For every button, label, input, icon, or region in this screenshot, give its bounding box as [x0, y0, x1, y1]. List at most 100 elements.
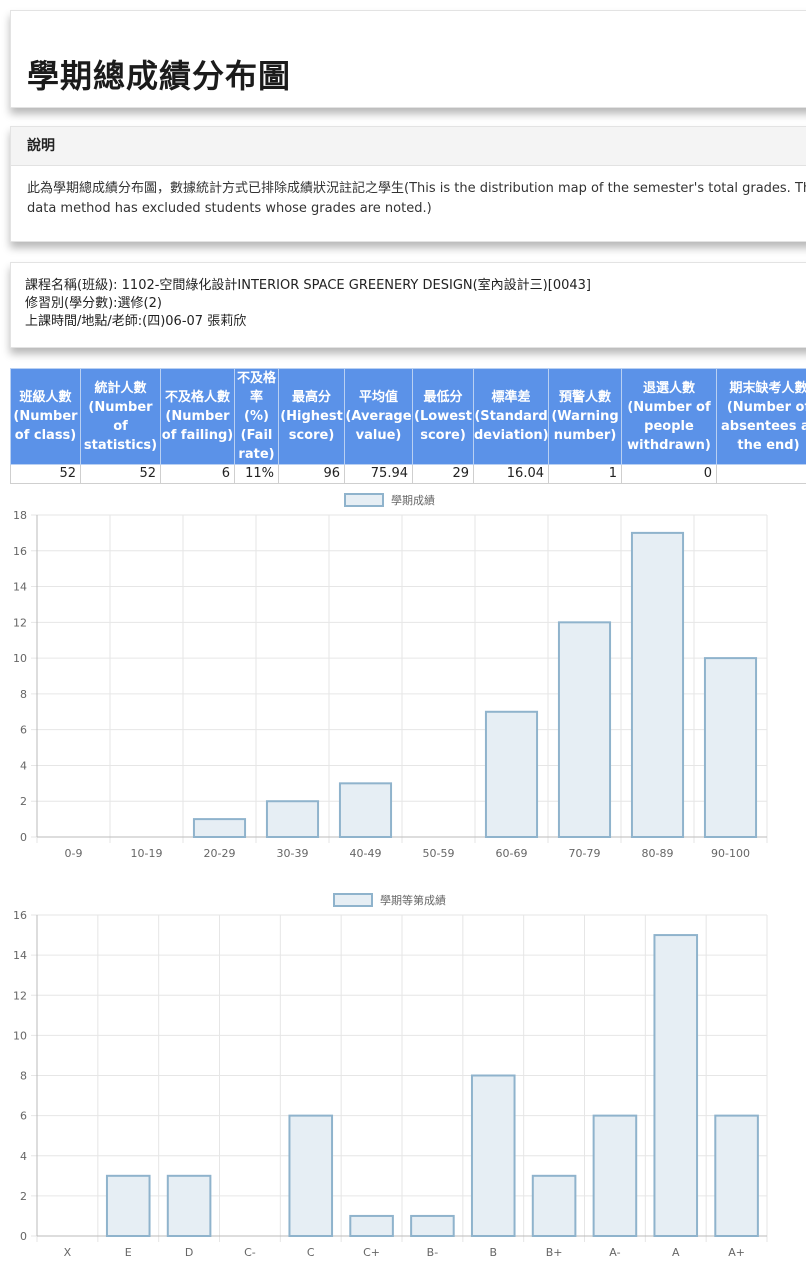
grade-chart-bar — [470, 1074, 516, 1237]
score-chart-bar — [338, 782, 393, 839]
value-highest: 96 — [278, 464, 345, 484]
grade-chart-bar — [531, 1174, 577, 1237]
value-stat-count: 52 — [80, 464, 161, 484]
header-average: 平均值 (Average value) — [344, 368, 413, 465]
score-chart-x-tick-label: 60-69 — [496, 847, 528, 860]
grade-chart-bar — [592, 1114, 638, 1237]
score-chart-y-tick-label: 0 — [20, 831, 27, 844]
grade-chart-bar — [714, 1114, 759, 1237]
value-std-dev: 16.04 — [473, 464, 549, 484]
score-distribution-chart: 學期成績 0 2 4 6 8 10 12 14 16 18 0-9 10-19 20-29 30-39 40-… — [0, 485, 806, 869]
grade-chart-y-tick-label: 16 — [13, 909, 27, 922]
value-average: 75.94 — [344, 464, 413, 484]
header-stat-count: 統計人數 (Number of statistics) — [80, 368, 161, 465]
page-title: 學期總成績分布圖 — [27, 57, 292, 95]
score-chart-x-tick-label: 10-19 — [131, 847, 163, 860]
course-type: 修習別(學分數):選修(2) — [25, 296, 162, 311]
title-card: 學期總成績分布圖 — [10, 10, 806, 108]
grade-chart-y-tick-label: 6 — [20, 1110, 27, 1123]
grade-chart-y-tick-label: 14 — [13, 949, 27, 962]
grade-chart-x-tick-label: X — [64, 1246, 72, 1259]
grade-chart-y-tick-label: 4 — [20, 1150, 27, 1163]
score-chart-legend: 學期成績 — [344, 493, 435, 507]
header-fail-count: 不及格人數 (Number of failing) — [160, 368, 235, 465]
grade-chart-y-tick-label: 0 — [20, 1230, 27, 1243]
score-chart-bar — [703, 657, 758, 838]
score-chart-bar — [484, 710, 539, 838]
grade-chart-x-tick-label: B — [489, 1246, 497, 1259]
course-name: 課程名稱(班級): 1102-空間綠化設計INTERIOR SPACE GREE… — [25, 278, 591, 293]
score-chart-y-tick-label: 16 — [13, 545, 27, 558]
value-lowest: 29 — [412, 464, 474, 484]
description-text: 此為學期總成績分布圖，數據統計方式已排除成績狀況註記之學生(This is th… — [27, 181, 806, 216]
grade-chart-x-tick-label: B+ — [546, 1246, 563, 1259]
score-chart-y-tick-label: 2 — [20, 795, 27, 808]
grade-chart-x-tick-label: B- — [427, 1246, 439, 1259]
grade-chart-bar — [166, 1174, 212, 1237]
grade-chart-x-tick-label: C+ — [363, 1246, 380, 1259]
value-absentees — [716, 464, 806, 484]
score-chart-y-tick-label: 18 — [13, 509, 27, 522]
grade-chart-legend-label: 學期等第成績 — [380, 893, 446, 907]
grade-chart-x-tick-label: A — [672, 1246, 680, 1259]
grade-chart-legend: 學期等第成績 — [333, 893, 446, 907]
grade-chart-x-tick-label: E — [125, 1246, 132, 1259]
grade-chart-x-tick-label: A- — [609, 1246, 620, 1259]
header-class-count: 班級人數 (Number of class) — [10, 368, 81, 465]
score-chart-bar — [630, 531, 685, 839]
score-chart-legend-label: 學期成績 — [391, 493, 435, 507]
grade-chart-bar — [288, 1114, 334, 1237]
score-chart-y-tick-label: 6 — [20, 724, 27, 737]
score-chart-x-tick-label: 0-9 — [65, 847, 83, 860]
course-info-card: 課程名稱(班級): 1102-空間綠化設計INTERIOR SPACE GREE… — [10, 262, 806, 348]
grade-chart-x-tick-label: C- — [244, 1246, 256, 1259]
header-lowest: 最低分 (Lowest score) — [412, 368, 474, 465]
score-chart-y-tick-label: 12 — [13, 616, 27, 629]
grade-chart-y-tick-label: 10 — [13, 1029, 27, 1042]
header-std-dev: 標準差 (Standard deviation) — [473, 368, 549, 465]
score-chart-x-tick-label: 70-79 — [569, 847, 601, 860]
header-withdrawn: 退選人數 (Number of people withdrawn) — [621, 368, 717, 465]
score-chart-x-tick-label: 20-29 — [204, 847, 236, 860]
score-chart-bar — [265, 800, 320, 839]
grade-chart-y-tick-label: 8 — [20, 1070, 27, 1083]
score-chart-y-tick-label: 8 — [20, 688, 27, 701]
value-fail-count: 6 — [160, 464, 235, 484]
score-chart-x-tick-label: 80-89 — [642, 847, 674, 860]
header-absentees: 期末缺考人數(Number of absentees at the end) — [716, 368, 806, 465]
grade-chart-svg: 學期等第成績 0 2 4 6 8 10 12 14 16 X E D C- C C+ B- B B+ A- A A+ — [13, 893, 768, 1259]
grade-chart-x-tick-label: A+ — [728, 1246, 745, 1259]
header-warning: 預警人數 (Warning number) — [548, 368, 622, 465]
grade-chart-bar — [410, 1214, 455, 1237]
description-heading: 說明 — [11, 127, 806, 166]
description-card: 說明 此為學期總成績分布圖，數據統計方式已排除成績狀況註記之學生(This is… — [10, 126, 806, 242]
grade-chart-legend-swatch — [333, 893, 373, 907]
score-chart-x-tick-label: 50-59 — [423, 847, 455, 860]
score-chart-x-tick-label: 90-100 — [711, 847, 750, 860]
score-chart-bar — [192, 818, 247, 839]
header-highest: 最高分 (Highest score) — [278, 368, 345, 465]
value-fail-rate: 11% — [234, 464, 279, 484]
score-chart-bar — [557, 621, 612, 838]
score-chart-x-tick-label: 30-39 — [277, 847, 309, 860]
value-warning: 1 — [548, 464, 622, 484]
stats-table: 班級人數 (Number of class) 統計人數 (Number of sta… — [10, 368, 806, 484]
score-chart-y-tick-label: 14 — [13, 581, 27, 594]
score-chart-legend-swatch — [344, 493, 384, 507]
stats-value-row: 52 52 6 11% 96 75.94 29 16.04 1 0 — [10, 464, 806, 484]
grade-chart-bar — [105, 1174, 151, 1237]
score-chart-x-tick-label: 40-49 — [350, 847, 382, 860]
score-chart-svg: 學期成績 0 2 4 6 8 10 12 14 16 18 0-9 10-19 20-29 30-39 40-… — [13, 493, 768, 860]
grade-distribution-chart: 學期等第成績 0 2 4 6 8 10 12 14 16 X E D C- C C+ B- B B+ A- A A+ — [0, 885, 806, 1269]
course-schedule: 上課時間/地點/老師:(四)06-07 張莉欣 — [25, 314, 247, 329]
grade-chart-bar — [653, 934, 699, 1237]
value-withdrawn: 0 — [621, 464, 717, 484]
header-fail-rate: 不及格率 (%)(Fail rate) — [234, 368, 279, 465]
score-chart-y-tick-label: 4 — [20, 759, 27, 772]
grade-chart-bar — [349, 1214, 394, 1237]
grade-chart-x-tick-label: C — [307, 1246, 315, 1259]
score-chart-y-tick-label: 10 — [13, 652, 27, 665]
stats-header-row: 班級人數 (Number of class) 統計人數 (Number of sta… — [10, 368, 806, 465]
value-class-count: 52 — [10, 464, 81, 484]
grade-chart-y-tick-label: 2 — [20, 1190, 27, 1203]
